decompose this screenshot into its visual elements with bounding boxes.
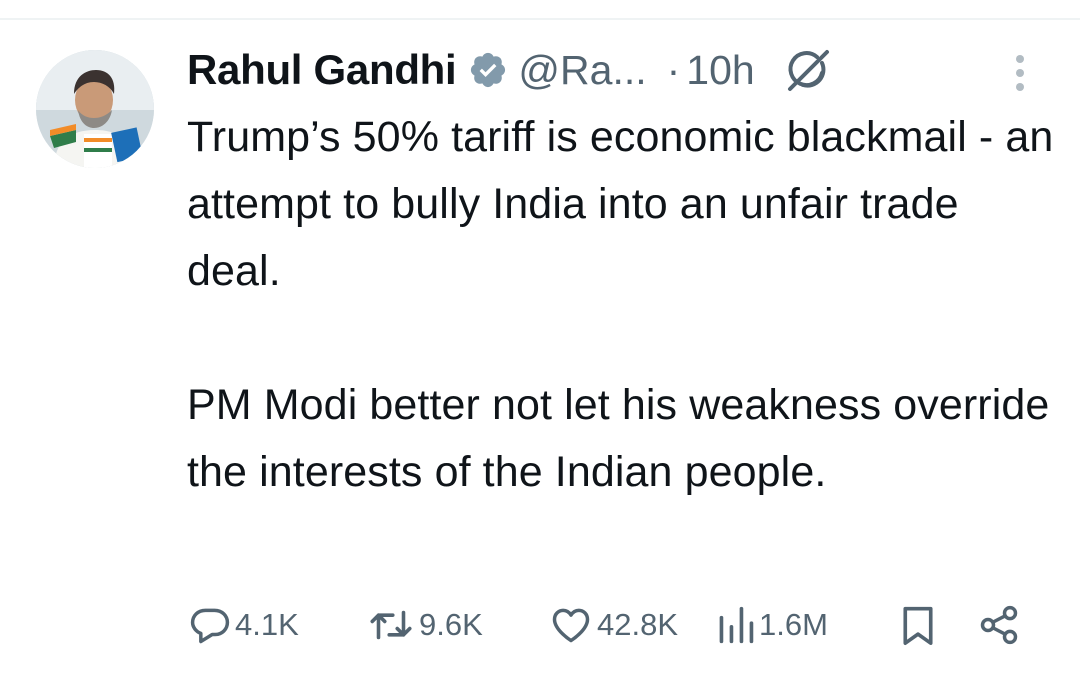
tweet-header: Rahul Gandhi @Ra... · 10h	[187, 40, 835, 100]
verified-badge-icon	[471, 52, 506, 88]
top-divider	[0, 18, 1080, 20]
repost-button[interactable]: 9.6K	[366, 603, 483, 647]
reply-icon	[190, 608, 230, 644]
tweet-text: Trump’s 50% tariff is economic blackmail…	[187, 104, 1057, 506]
author-name[interactable]: Rahul Gandhi	[187, 46, 457, 94]
bookmark-icon	[903, 606, 933, 645]
views-count: 1.6M	[759, 607, 828, 642]
avatar-photo	[36, 50, 154, 168]
reply-count: 4.1K	[235, 607, 299, 642]
tweet-timestamp[interactable]: 10h	[686, 47, 754, 94]
grok-icon[interactable]	[781, 43, 835, 97]
tweet-paragraph: Trump’s 50% tariff is economic blackmail…	[187, 113, 1054, 295]
author-handle[interactable]: @Ra...	[518, 47, 646, 94]
more-options-icon[interactable]	[1005, 52, 1035, 94]
reply-button[interactable]: 4.1K	[188, 603, 299, 647]
share-icon	[980, 605, 1018, 645]
like-button[interactable]: 42.8K	[548, 603, 678, 647]
repost-icon	[370, 610, 412, 640]
views-button[interactable]: 1.6M	[716, 603, 828, 647]
share-button[interactable]	[976, 603, 1022, 647]
action-bar: 4.1K 9.6K 42.8K 1.6M	[0, 603, 1080, 655]
like-count: 42.8K	[597, 607, 679, 642]
avatar[interactable]	[36, 50, 154, 168]
like-icon	[552, 608, 590, 643]
header-separator: ·	[666, 46, 681, 93]
repost-count: 9.6K	[419, 607, 483, 642]
tweet-paragraph: PM Modi better not let his weakness over…	[187, 381, 1050, 496]
bookmark-button[interactable]	[898, 603, 938, 647]
views-icon	[719, 606, 754, 644]
